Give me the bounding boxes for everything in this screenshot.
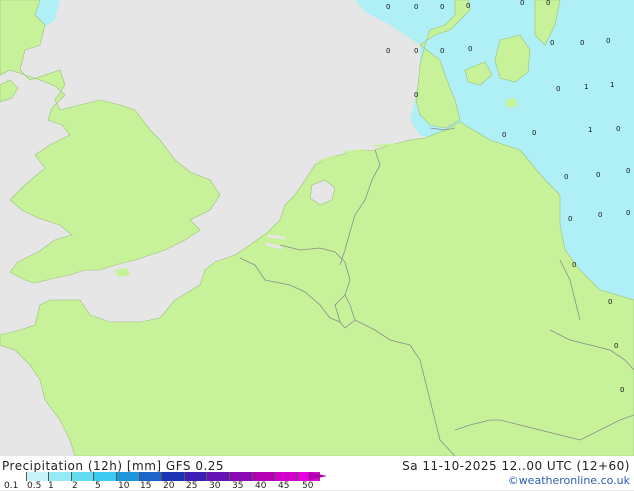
precip-value: 0: [614, 342, 619, 350]
scale-swatch: [49, 472, 72, 481]
precip-value: 0: [414, 91, 419, 99]
precip-color-scale: [4, 472, 321, 481]
scale-swatch: [229, 472, 253, 481]
precip-value: 0: [598, 211, 603, 219]
scale-swatch: [207, 472, 230, 481]
precip-value: 0: [520, 0, 525, 7]
scale-swatch: [94, 472, 117, 481]
precip-value: 0: [556, 85, 561, 93]
precip-value: 0: [620, 386, 625, 394]
scale-swatch: [139, 472, 163, 481]
precip-value: 0: [440, 3, 445, 11]
precip-value: 0: [572, 261, 577, 269]
precip-value: 0: [626, 167, 631, 175]
precip-value: 0: [626, 209, 631, 217]
scale-swatch: [71, 472, 95, 481]
precip-value: 0: [386, 47, 391, 55]
scale-swatch: [275, 472, 298, 481]
precip-value: 0: [414, 47, 419, 55]
precip-value: 1: [584, 83, 589, 91]
precip-value: 0: [546, 0, 551, 7]
precip-value: 0: [606, 37, 611, 45]
precip-value: 0: [386, 3, 391, 11]
precip-value: 1: [588, 126, 593, 134]
scale-swatch: [26, 472, 50, 481]
precip-value: 0: [502, 131, 507, 139]
precip-value: 0: [564, 173, 569, 181]
precip-value: 0: [532, 129, 537, 137]
scale-arrow-icon: [309, 472, 327, 480]
precip-value: 0: [440, 47, 445, 55]
precip-value: 0: [468, 45, 473, 53]
valid-time: Sa 11-10-2025 12..00 UTC (12+60): [402, 459, 630, 473]
precip-value: 0: [608, 298, 613, 306]
map-stage: { "title": "Precipitation (12h) [mm] GFS…: [0, 0, 634, 491]
map-title: Precipitation (12h) [mm] GFS 0.25: [2, 459, 225, 473]
scale-swatch: [4, 472, 27, 481]
precip-value: 1: [610, 81, 615, 89]
scale-swatch: [184, 472, 208, 481]
weather-map: [0, 0, 634, 456]
precip-value: 0: [466, 2, 471, 10]
precip-value: 0: [596, 171, 601, 179]
scale-swatch: [162, 472, 185, 481]
scale-swatch: [116, 472, 140, 481]
credit-link[interactable]: ©weatheronline.co.uk: [508, 474, 630, 487]
scale-swatch: [252, 472, 276, 481]
precip-value: 0: [580, 39, 585, 47]
precip-value: 0: [616, 125, 621, 133]
precip-value: 0: [414, 3, 419, 11]
precip-value: 0: [568, 215, 573, 223]
precip-value: 0: [550, 39, 555, 47]
